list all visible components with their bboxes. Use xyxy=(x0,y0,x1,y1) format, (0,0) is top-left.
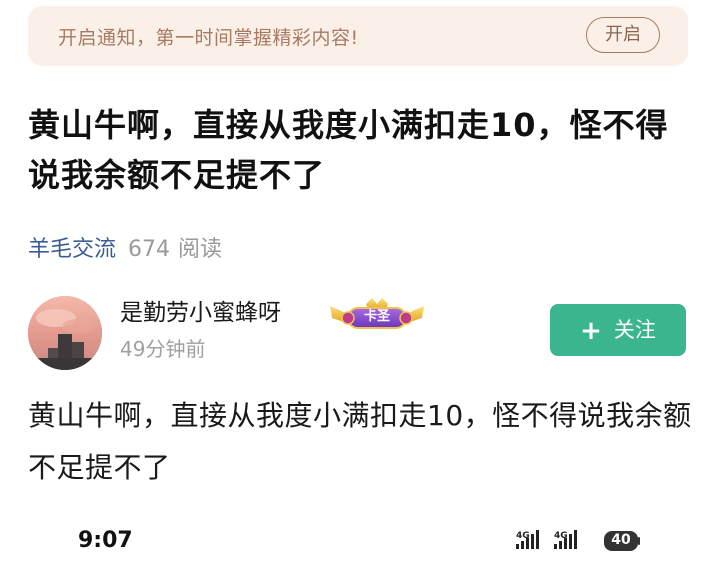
battery-level: 40 xyxy=(611,532,631,548)
enable-notification-button[interactable]: 开启 xyxy=(586,17,660,53)
author-badge: 卡圣 xyxy=(326,296,428,336)
plus-icon: + xyxy=(580,316,602,346)
view-label: 阅读 xyxy=(178,237,223,262)
badge-label: 卡圣 xyxy=(364,309,391,324)
post-meta: 羊毛交流 674 阅读 xyxy=(28,234,222,266)
avatar[interactable] xyxy=(28,296,102,370)
signal-4g-icon: 4G xyxy=(554,530,577,549)
view-count: 674 xyxy=(128,237,171,262)
post-title: 黄山牛啊，直接从我度小满扣走10，怪不得说我余额不足提不了 xyxy=(28,106,669,194)
avatar-image xyxy=(28,296,102,370)
post-content: 黄山牛啊，直接从我度小满扣走10，怪不得说我余额不足提不了 xyxy=(28,399,692,484)
status-time: 9:07 xyxy=(78,528,133,553)
community-link[interactable]: 羊毛交流 xyxy=(28,237,116,262)
notification-text: 开启通知，第一时间掌握精彩内容! xyxy=(58,27,359,49)
follow-label: 关注 xyxy=(613,318,656,342)
signal-4g-icon: 4G xyxy=(516,530,539,549)
author-name[interactable]: 是勤劳小蜜蜂呀 xyxy=(120,296,281,330)
follow-button[interactable]: + 关注 xyxy=(550,304,686,356)
notification-banner: 开启通知，第一时间掌握精彩内容! 开启 xyxy=(28,6,688,66)
post-time: 49分钟前 xyxy=(120,337,206,361)
